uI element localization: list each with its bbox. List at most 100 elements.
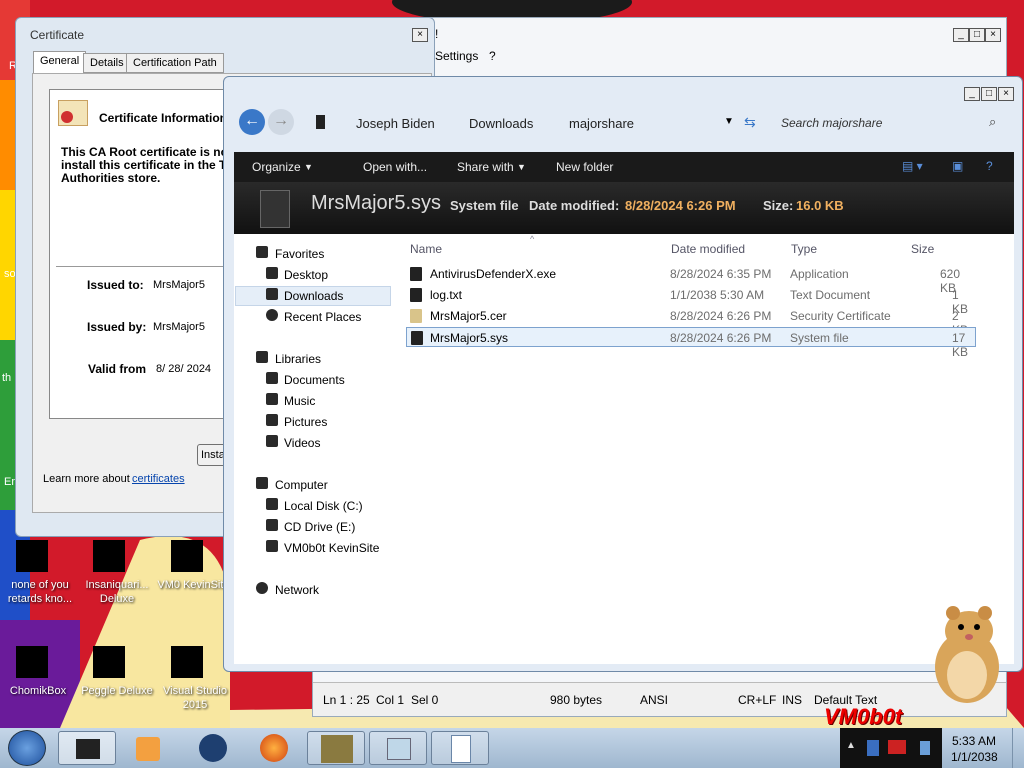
status-eol: CR+LF [738, 693, 777, 707]
wallpaper-edge-text-2: so [4, 268, 16, 280]
taskbar-chomikbox-button[interactable] [307, 731, 365, 765]
redacted-icon-box [93, 540, 125, 572]
address-path[interactable]: Joseph Biden Downloads majorshare ▼ ⇆ [304, 105, 756, 139]
nav-vm0b0t-kevinsite[interactable]: VM0b0t KevinSite [284, 541, 379, 555]
nav-cd-drive[interactable]: CD Drive (E:) [284, 520, 355, 534]
nav-music[interactable]: Music [284, 394, 315, 408]
nav-local-disk[interactable]: Local Disk (C:) [284, 499, 363, 513]
minimize-button[interactable]: _ [964, 87, 980, 101]
certificate-warning-icon [58, 100, 88, 126]
system-file-icon [411, 331, 423, 345]
tray-arrow-icon[interactable]: ▲ [846, 740, 856, 751]
nav-videos[interactable]: Videos [284, 436, 320, 450]
view-options-icon[interactable]: ▤ ▾ [902, 159, 923, 173]
file-name: log.txt [430, 288, 463, 302]
local-disk-icon [266, 498, 278, 510]
nav-computer[interactable]: Computer [275, 478, 328, 492]
clock-time[interactable]: 5:33 AM [952, 734, 996, 748]
nav-desktop[interactable]: Desktop [284, 268, 328, 282]
desktop-icon-chomikbox[interactable]: ChomikBox [0, 630, 80, 710]
watermark-text: VM0b0t [824, 704, 903, 729]
tab-certification-path[interactable]: Certification Path [126, 53, 224, 73]
nav-recent-places[interactable]: Recent Places [284, 310, 361, 324]
nav-network[interactable]: Network [275, 583, 319, 597]
nav-downloads[interactable]: Downloads [284, 289, 343, 303]
column-header-type[interactable]: Type [791, 242, 817, 256]
back-button[interactable]: ← [239, 109, 265, 135]
close-button[interactable]: × [985, 28, 1001, 42]
redacted-icon-box [93, 646, 125, 678]
new-folder-button[interactable]: New folder [556, 160, 613, 174]
nav-favorites[interactable]: Favorites [275, 247, 324, 261]
details-modified-value: 8/28/2024 6:26 PM [625, 198, 736, 213]
certificates-link[interactable]: certificates [132, 473, 185, 485]
open-with-button[interactable]: Open with... [363, 160, 427, 174]
taskbar-globe-button[interactable] [184, 731, 242, 765]
desktop-icon-peggle[interactable]: Peggle Deluxe [77, 630, 157, 710]
details-size-label: Size: [763, 198, 794, 213]
file-type: System file [790, 331, 849, 345]
file-type: Application [790, 267, 849, 281]
taskbar-explorer-button[interactable] [58, 731, 116, 765]
nav-pictures[interactable]: Pictures [284, 415, 327, 429]
file-row-selected[interactable]: MrsMajor5.sys 8/28/2024 6:26 PM System f… [406, 327, 976, 359]
column-header-date-modified[interactable]: Date modified [671, 242, 745, 256]
network-drive-icon [266, 540, 278, 552]
refresh-icon[interactable]: ⇆ [744, 114, 756, 131]
security-shield-icon[interactable] [867, 740, 879, 756]
share-with-button[interactable]: Share with [457, 160, 514, 174]
column-header-size[interactable]: Size [911, 242, 934, 256]
file-name: MrsMajor5.sys [430, 331, 509, 345]
notepad-menu-help[interactable]: ? [489, 49, 496, 63]
navigation-pane: Favorites Desktop Downloads Recent Place… [234, 234, 394, 664]
redacted-icon-box [16, 540, 48, 572]
file-row[interactable]: log.txt 1/1/2038 5:30 AM Text Document 1… [406, 285, 976, 316]
taskbar-media-player-button[interactable] [120, 731, 178, 765]
hamster-mascot[interactable] [925, 605, 1005, 705]
desktop-icon [266, 267, 278, 279]
details-pane: MrsMajor5.sys System file Date modified:… [234, 182, 1014, 234]
desktop-icon-none-of-you[interactable]: none of you retards kno... [0, 530, 80, 610]
taskbar-notepad-button[interactable] [431, 731, 489, 765]
breadcrumb-joseph-biden[interactable]: Joseph Biden [356, 116, 435, 131]
chevron-down-icon[interactable]: ▼ [724, 116, 734, 127]
taskbar-certificate-button[interactable] [369, 731, 427, 765]
volume-icon[interactable] [920, 741, 930, 755]
maximize-button[interactable]: □ [981, 87, 997, 101]
status-col: Col 1 [376, 693, 405, 707]
file-row[interactable]: MrsMajor5.cer 8/28/2024 6:26 PM Security… [406, 306, 976, 337]
notepad-menu-settings[interactable]: Settings [435, 49, 478, 63]
tab-details[interactable]: Details [83, 53, 131, 73]
file-row[interactable]: AntivirusDefenderX.exe 8/28/2024 6:35 PM… [406, 264, 976, 295]
tab-general[interactable]: General [33, 51, 87, 73]
desktop-icon-label: none of you retards kno... [7, 579, 73, 605]
pictures-icon [266, 414, 278, 426]
clock-date[interactable]: 1/1/2038 [951, 750, 998, 764]
issued-to-label: Issued to: [87, 278, 144, 292]
chevron-down-icon: ▼ [304, 162, 313, 172]
close-button[interactable]: × [998, 87, 1014, 101]
maximize-button[interactable]: □ [969, 28, 985, 42]
file-name: AntivirusDefenderX.exe [430, 267, 557, 281]
file-modified: 1/1/2038 5:30 AM [670, 288, 765, 302]
notepad-menu-partial[interactable]: ! [435, 27, 438, 41]
column-header-name[interactable]: Name [410, 242, 442, 256]
network-status-icon[interactable] [888, 740, 906, 754]
show-desktop-button[interactable] [1012, 728, 1024, 768]
search-input[interactable]: Search majorshare ⌕ [769, 108, 1009, 136]
forward-button[interactable]: → [268, 109, 294, 135]
close-button[interactable]: × [412, 28, 428, 42]
breadcrumb-majorshare[interactable]: majorshare [569, 116, 634, 131]
organize-button[interactable]: Organize [252, 160, 301, 174]
nav-documents[interactable]: Documents [284, 373, 345, 387]
start-button[interactable] [8, 730, 46, 766]
breadcrumb-downloads[interactable]: Downloads [469, 116, 533, 131]
nav-libraries[interactable]: Libraries [275, 352, 321, 366]
desktop-icon-insaniquarium[interactable]: Insaniquari... Deluxe [77, 530, 157, 610]
preview-pane-icon[interactable]: ▣ [952, 159, 963, 173]
taskbar-firefox-button[interactable] [245, 731, 303, 765]
issued-to-value: MrsMajor5 [153, 279, 205, 291]
minimize-button[interactable]: _ [953, 28, 969, 42]
certificate-warning-text: This CA Root certificate is not install … [61, 146, 232, 185]
help-icon[interactable]: ? [986, 159, 993, 173]
